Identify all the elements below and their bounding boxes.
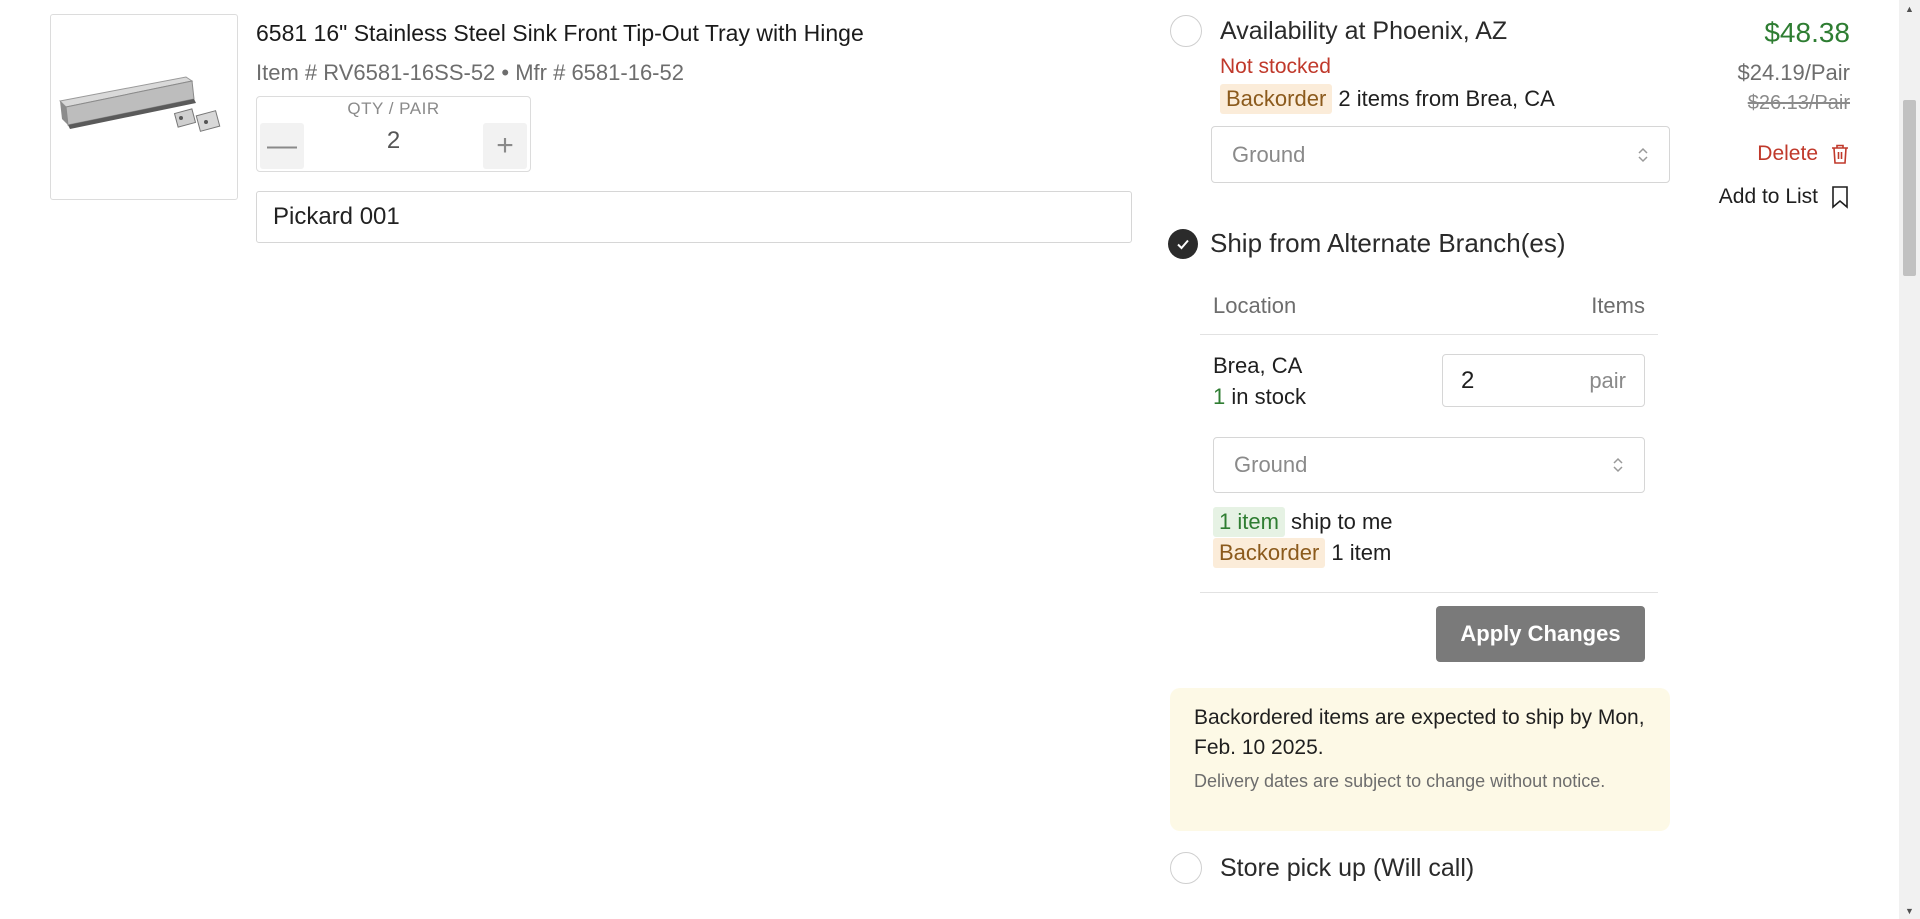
branch-shipping-method-select[interactable]: Ground	[1213, 437, 1645, 493]
scrollbar-thumb[interactable]	[1903, 100, 1916, 276]
delete-label: Delete	[1757, 142, 1818, 165]
quantity-label: QTY / PAIR	[347, 99, 440, 118]
shipping-method-value: Ground	[1232, 141, 1306, 167]
backorder-count-text: 1 item	[1331, 540, 1392, 565]
store-pickup-radio[interactable]	[1170, 852, 1202, 884]
alternate-branch-radio[interactable]	[1168, 229, 1198, 259]
apply-changes-button[interactable]: Apply Changes	[1436, 606, 1645, 662]
original-unit-price: $26.13/Pair	[1747, 92, 1850, 114]
branch-stock: 1 in stock	[1213, 384, 1306, 410]
shipping-method-select[interactable]: Ground	[1211, 126, 1670, 183]
ship-count-badge: 1 item	[1213, 507, 1285, 537]
ship-to-me-summary: 1 item ship to me	[1213, 507, 1393, 537]
notice-main-text: Backordered items are expected to ship b…	[1194, 706, 1645, 759]
unit-price: $24.19/Pair	[1737, 60, 1850, 85]
add-to-list-button[interactable]: Add to List	[1719, 185, 1850, 209]
branch-quantity-input[interactable]: 2 pair	[1442, 354, 1645, 407]
chevron-updown-icon	[1637, 146, 1649, 164]
branch-location: Brea, CA	[1213, 353, 1303, 378]
backorder-info: Backorder 2 items from Brea, CA	[1220, 84, 1555, 114]
delete-button[interactable]: Delete	[1757, 142, 1850, 166]
branch-stock-count: 1	[1213, 384, 1226, 409]
bookmark-icon	[1832, 186, 1848, 209]
backorder-badge: Backorder	[1220, 84, 1333, 114]
chevron-updown-icon	[1612, 456, 1624, 474]
table-divider	[1200, 334, 1658, 335]
line-total-price: $48.38	[1764, 17, 1850, 48]
section-divider	[1200, 592, 1658, 593]
quantity-stepper: QTY / PAIR — 2 +	[256, 96, 531, 172]
trash-icon	[1832, 144, 1848, 164]
checkmark-icon	[1177, 239, 1189, 250]
add-to-list-label: Add to List	[1718, 185, 1818, 208]
branch-quantity-unit: pair	[1589, 367, 1626, 393]
notice-subtext: Delivery dates are subject to change wit…	[1194, 771, 1606, 791]
store-pickup-title[interactable]: Store pick up (Will call)	[1220, 854, 1474, 883]
alternate-branch-title[interactable]: Ship from Alternate Branch(es)	[1210, 228, 1566, 259]
branch-quantity-value: 2	[1461, 366, 1475, 394]
backorder-text: 2 items from Brea, CA	[1338, 86, 1555, 111]
page-scrollbar[interactable]: ▲ ▼	[1899, 0, 1920, 919]
scroll-up-arrow-icon[interactable]: ▲	[1899, 0, 1920, 17]
decrease-quantity-button[interactable]: —	[260, 123, 304, 169]
backorder-badge: Backorder	[1213, 538, 1326, 568]
backorder-notice: Backordered items are expected to ship b…	[1170, 688, 1670, 831]
product-item-numbers: Item # RV6581-16SS-52 • Mfr # 6581-16-52	[256, 60, 684, 85]
branch-shipping-method-value: Ground	[1234, 452, 1308, 477]
backorder-summary: Backorder 1 item	[1213, 538, 1391, 568]
location-column-header: Location	[1213, 293, 1297, 318]
availability-radio[interactable]	[1170, 15, 1202, 47]
product-image[interactable]	[50, 14, 238, 200]
plus-icon: +	[496, 129, 514, 162]
availability-title[interactable]: Availability at Phoenix, AZ	[1220, 17, 1507, 46]
branch-table-header: Location Items	[1213, 293, 1645, 319]
minus-icon: —	[267, 129, 297, 162]
tip-out-tray-icon	[58, 76, 221, 132]
stock-status: Not stocked	[1220, 55, 1331, 78]
increase-quantity-button[interactable]: +	[483, 123, 527, 169]
product-title[interactable]: 6581 16" Stainless Steel Sink Front Tip-…	[256, 20, 864, 47]
branch-stock-text: in stock	[1231, 384, 1306, 409]
scroll-down-arrow-icon[interactable]: ▼	[1899, 902, 1920, 919]
job-name-input[interactable]: Pickard 001	[256, 191, 1132, 243]
quantity-input[interactable]: 2	[317, 127, 470, 155]
items-column-header: Items	[1591, 293, 1645, 318]
ship-to-me-text: ship to me	[1291, 509, 1393, 534]
